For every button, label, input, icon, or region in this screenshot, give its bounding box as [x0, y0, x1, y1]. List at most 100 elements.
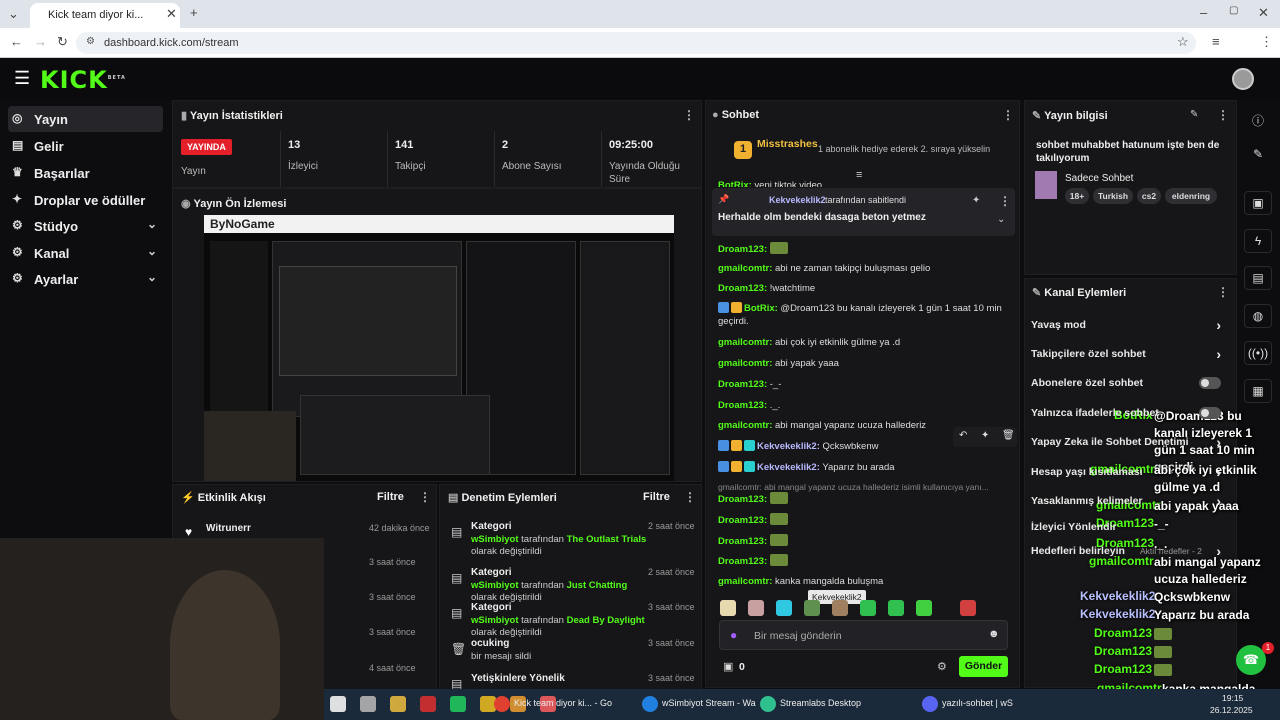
sidebar-item-2[interactable]: ▤ Gelir [8, 133, 163, 159]
forward-icon[interactable]: → [34, 34, 47, 49]
mod-game[interactable]: Dead By Daylight [567, 615, 645, 626]
chat-message[interactable]: Droam123: -_- [718, 378, 1018, 391]
mod-game[interactable]: The Outlast Trials [567, 534, 647, 545]
peek-user[interactable]: BotRix: [718, 180, 752, 187]
emote-shortcut-icon[interactable] [916, 600, 932, 616]
chat-username[interactable]: Droam123: [718, 556, 767, 567]
activity-filter-button[interactable]: Filtre [377, 491, 404, 503]
chat-bubble-icon[interactable]: ◍ [1244, 304, 1272, 328]
edge-icon[interactable] [642, 696, 658, 712]
sidebar-item-1[interactable]: ◎ Yayın [8, 106, 163, 132]
chat-input[interactable]: ● Bir mesaj gönderin ☻ [719, 620, 1008, 650]
channel-action-row[interactable]: İzleyici Yönlendir [1031, 521, 1231, 535]
channel-action-row[interactable]: Yasaklanmış kelimeler › [1031, 493, 1231, 509]
chat-username[interactable]: Kekvekeklik2: [757, 441, 820, 452]
streamlabs-icon[interactable] [760, 696, 776, 712]
pencil-icon[interactable]: ✎ [1244, 143, 1272, 167]
chevron-down-icon[interactable]: ⌄ [147, 217, 157, 231]
category-name[interactable]: Sadece Sohbet [1065, 173, 1133, 184]
emote-shortcut-icon[interactable] [720, 600, 736, 616]
kick-logo[interactable]: KICKBETA [40, 66, 126, 94]
chevron-right-icon[interactable]: › [1216, 493, 1221, 509]
chevron-down-icon[interactable]: ⌄ [147, 244, 157, 258]
browser-tab[interactable]: Kick team diyor ki... [30, 3, 180, 28]
chevron-right-icon[interactable]: › [1216, 464, 1221, 480]
channel-action-row[interactable]: Yalnızca ifadelerle sohbet [1031, 407, 1231, 421]
mod-user[interactable]: wSimbiyot [471, 534, 519, 545]
camera-icon[interactable]: ▣ [1244, 191, 1272, 215]
hamburger-icon[interactable]: ☰ [14, 68, 30, 89]
chat-username[interactable]: gmailcomtr: [718, 420, 772, 431]
chevron-right-icon[interactable]: › [1216, 543, 1221, 559]
toggle-switch[interactable] [1199, 377, 1221, 389]
unpin-icon[interactable]: ✦ [972, 195, 980, 206]
stats-menu-icon[interactable]: ⋮ [683, 108, 695, 122]
chat-message[interactable]: gmailcomtr: abi ne zaman takipçi buluşma… [718, 262, 1018, 275]
chat-message[interactable]: Droam123: [718, 554, 1018, 568]
emote-shortcut-icon[interactable] [860, 600, 876, 616]
broadcast-icon[interactable]: ((•)) [1244, 341, 1272, 365]
chat-username[interactable]: gmailcomtr: [718, 576, 772, 587]
emote-shortcut-icon[interactable] [776, 600, 792, 616]
taskbar-pinned-icon[interactable] [390, 696, 406, 712]
pinned-expand-icon[interactable]: ⌄ [997, 214, 1005, 225]
taskbar-app-label[interactable]: wSimbiyot Stream - Wa [662, 698, 756, 708]
mod-game[interactable]: Just Chatting [567, 580, 628, 591]
emote-shortcut-icon[interactable] [832, 600, 848, 616]
maximize-icon[interactable]: ▢ [1229, 5, 1238, 16]
chat-message[interactable]: Droam123: [718, 242, 1018, 256]
pinned-menu-icon[interactable]: ⋮ [999, 194, 1011, 208]
activity-menu-icon[interactable]: ⋮ [419, 490, 431, 504]
info-menu-icon[interactable]: ⋮ [1217, 108, 1229, 122]
bookmark-star-icon[interactable]: ☆ [1177, 34, 1189, 50]
tools-icon[interactable]: ▦ [1244, 379, 1272, 403]
emoji-picker-icon[interactable]: ☻ [988, 628, 1000, 640]
minimize-icon[interactable]: – [1200, 5, 1207, 20]
channel-action-row[interactable]: Yavaş mod › [1031, 317, 1231, 333]
chat-username[interactable]: Droam123: [718, 536, 767, 547]
moderation-filter-button[interactable]: Filtre [643, 491, 670, 503]
chat-username[interactable]: Droam123: [718, 283, 767, 294]
microphone-icon[interactable]: ● [730, 628, 737, 642]
stream-tag[interactable]: cs2 [1137, 188, 1161, 204]
clipboard-icon[interactable]: ▤ [1244, 266, 1272, 290]
chat-username[interactable]: Droam123: [718, 515, 767, 526]
taskbar-app-label[interactable]: yazılı-sohbet | wS [942, 698, 1013, 708]
chat-message[interactable]: gmailcomtr: abi mangal yapanz ucuza hall… [718, 419, 1018, 432]
chat-message[interactable]: gmailcomtr: abi çok iyi etkinlik gülme y… [718, 336, 1018, 349]
chat-username[interactable]: gmailcomtr: [718, 263, 772, 274]
menu-icon[interactable]: ⋮ [1260, 34, 1273, 50]
chat-message[interactable]: Droam123: ._. [718, 399, 1018, 412]
stream-preview-video[interactable]: ByNoGame [204, 215, 674, 481]
chat-username[interactable]: BotRix: [744, 303, 778, 314]
reload-icon[interactable]: ↻ [57, 34, 68, 50]
activity-name[interactable]: Witrunerr [206, 523, 251, 534]
chat-username[interactable]: gmailcomtr: [718, 358, 772, 369]
emote-shortcut-icon[interactable] [804, 600, 820, 616]
close-tab-icon[interactable]: ✕ [166, 6, 177, 22]
info-icon[interactable]: ⓘ [1244, 108, 1272, 132]
taskbar-app-label[interactable]: Kick team diyor ki... - Go [514, 698, 612, 708]
chevron-right-icon[interactable]: › [1216, 317, 1221, 333]
chat-menu-icon[interactable]: ⋮ [1002, 108, 1014, 122]
top-gifter-name[interactable]: Misstrashes [757, 138, 818, 150]
chat-message[interactable]: Kekvekeklik2: Qckswbkenw [718, 440, 1018, 453]
sidebar-item-7[interactable]: ⚙ Ayarlar ⌄ [8, 266, 163, 292]
channel-action-row[interactable]: Abonelere özel sohbet [1031, 377, 1231, 391]
url-field[interactable]: ⚙ dashboard.kick.com/stream [76, 32, 1196, 54]
chat-message[interactable]: Droam123: [718, 513, 1018, 527]
chat-message[interactable]: BotRix: @Droam123 bu kanalı izleyerek 1 … [718, 302, 1018, 328]
taskbar-pinned-icon[interactable] [450, 696, 466, 712]
media-icon[interactable]: ≡ [1212, 34, 1220, 49]
chat-username[interactable]: gmailcomtr: [718, 337, 772, 348]
send-button[interactable]: Gönder [959, 656, 1008, 677]
taskbar-pinned-icon[interactable] [330, 696, 346, 712]
sidebar-item-5[interactable]: ⚙ Stüdyo ⌄ [8, 213, 163, 239]
chat-message[interactable]: gmailcomtr: abi yapak yaaa [718, 357, 1018, 370]
stream-tag[interactable]: eldenring [1165, 188, 1217, 204]
taskbar-app-label[interactable]: Streamlabs Desktop [780, 698, 861, 708]
chat-username[interactable]: Droam123: [718, 494, 767, 505]
actions-menu-icon[interactable]: ⋮ [1217, 285, 1229, 299]
site-info-icon[interactable]: ⚙ [86, 36, 95, 47]
chat-message[interactable]: gmailcomtr: kanka mangalda buluşma [718, 575, 1018, 588]
